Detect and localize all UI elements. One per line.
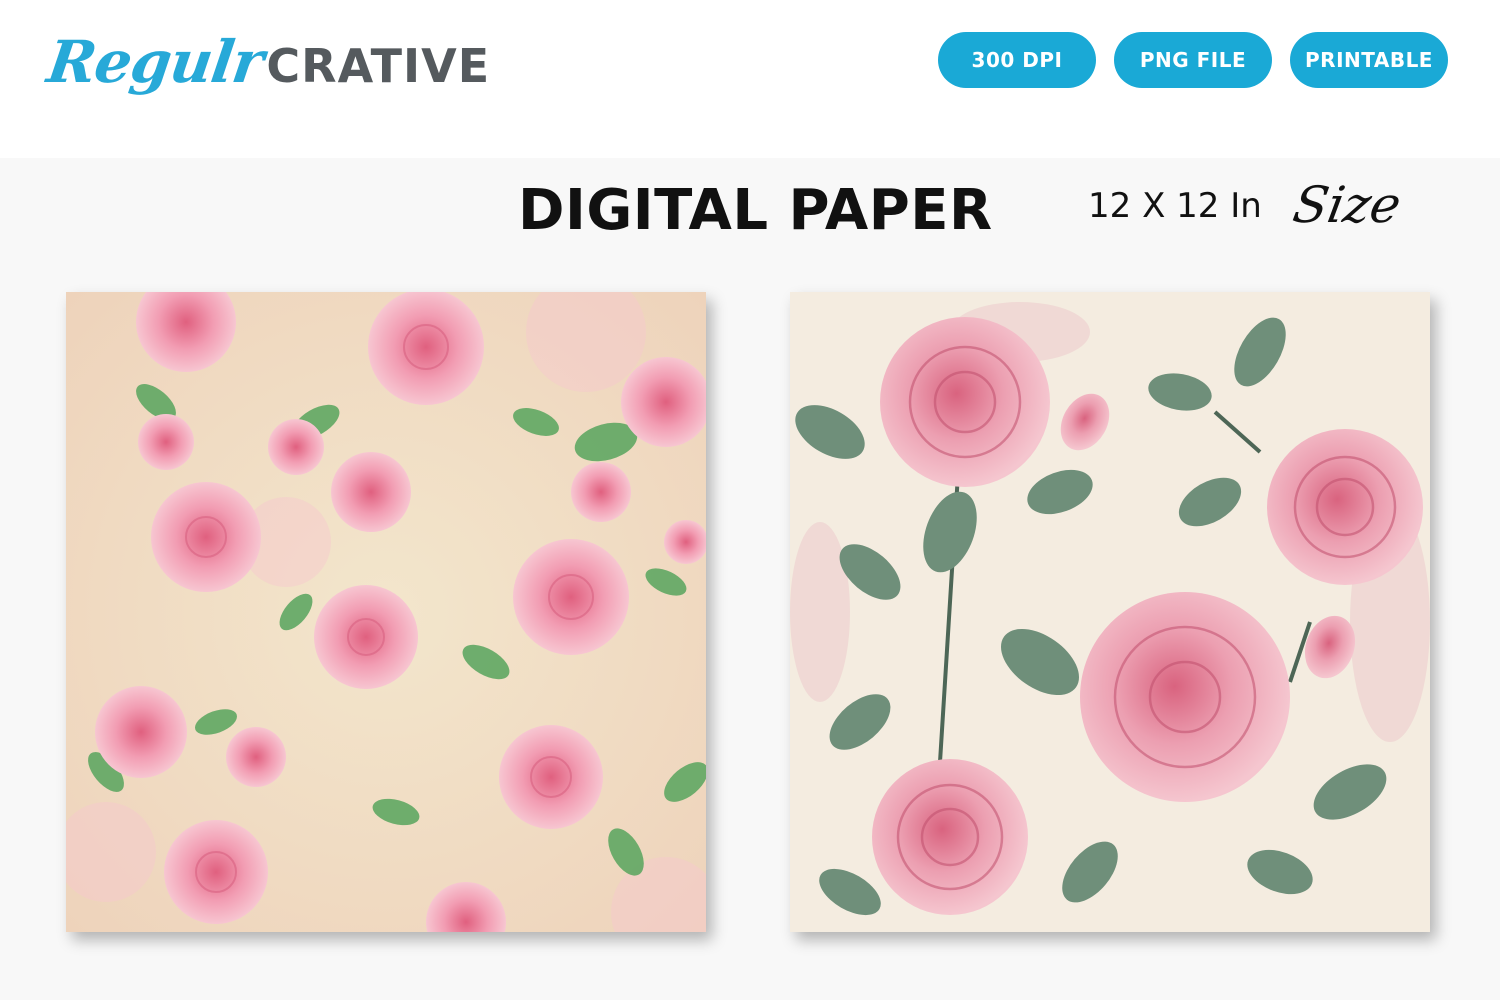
brand-logo-script: Regulr [43, 28, 268, 96]
feature-badges: 300 DPI PNG FILE PRINTABLE [938, 32, 1448, 88]
watercolor-rose-pattern-image [66, 292, 706, 932]
vintage-rose-pattern-image [790, 292, 1430, 932]
header: RegulrCRATIVE 300 DPI PNG FILE PRINTABLE [0, 0, 1500, 158]
brand-logo-bold: CRATIVE [266, 39, 491, 93]
brand-logo[interactable]: RegulrCRATIVE [43, 28, 491, 118]
badge-png-file: PNG FILE [1114, 32, 1272, 88]
page-title: DIGITAL PAPER [518, 178, 993, 243]
badge-300-dpi: 300 DPI [938, 32, 1096, 88]
size-label: 12 X 12 In [1088, 186, 1262, 226]
size-script-label: Size [1288, 176, 1406, 234]
digital-paper-preview-2[interactable] [790, 292, 1430, 932]
badge-printable: PRINTABLE [1290, 32, 1448, 88]
digital-paper-preview-1[interactable] [66, 292, 706, 932]
